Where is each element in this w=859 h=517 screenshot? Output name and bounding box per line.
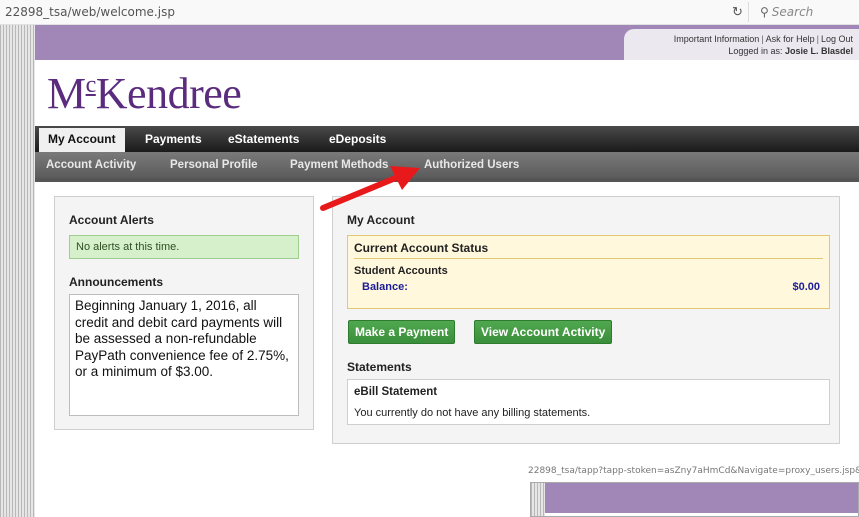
logged-in-status: Logged in as: Josie L. Blasdel (624, 45, 853, 57)
reload-icon[interactable]: ↻ (727, 2, 749, 22)
alerts-announcements-panel: Account Alerts No alerts at this time. A… (54, 196, 314, 430)
subnav-account-activity[interactable]: Account Activity (46, 159, 136, 171)
overlay-url-text: 22898_tsa/tapp?tapp-stoken=asZny7aHmCd&N… (528, 466, 859, 476)
announcement-text: Beginning January 1, 2016, all credit an… (69, 294, 299, 416)
statements-box: eBill Statement You currently do not hav… (347, 379, 830, 425)
primary-nav: My Account Payments eStatements eDeposit… (35, 126, 859, 152)
red-arrow-annotation (320, 166, 420, 211)
overlay-header-band (531, 483, 858, 513)
header-band: Important Information | Ask for Help | Log O… (35, 25, 859, 60)
balance-label: Balance: (362, 281, 408, 293)
student-accounts-label: Student Accounts (354, 265, 448, 277)
view-account-activity-button[interactable]: View Account Activity (474, 320, 613, 344)
ebill-statement-text: You currently do not have any billing st… (354, 407, 591, 419)
search-icon: ⚲ (760, 5, 769, 19)
left-decorative-strip (0, 25, 35, 517)
ebill-statement-title: eBill Statement (354, 386, 438, 398)
balance-value: $0.00 (792, 281, 820, 293)
make-payment-button[interactable]: Make a Payment (348, 320, 456, 344)
status-divider (354, 258, 823, 259)
header-links: Important Information | Ask for Help | Log O… (624, 29, 859, 60)
ask-for-help-link[interactable]: Ask for Help (766, 34, 815, 44)
overlay-screenshot-thumbnail (530, 482, 859, 517)
alert-message: No alerts at this time. (69, 235, 299, 259)
nav-tab-estatements[interactable]: eStatements (228, 132, 299, 146)
account-alerts-heading: Account Alerts (69, 213, 154, 227)
log-out-link[interactable]: Log Out (821, 34, 853, 44)
important-information-link[interactable]: Important Information (674, 34, 760, 44)
nav-tab-payments[interactable]: Payments (145, 132, 202, 146)
my-account-panel: My Account Current Account Status Studen… (332, 196, 840, 444)
account-status-box: Current Account Status Student Accounts … (347, 235, 830, 309)
subnav-personal-profile[interactable]: Personal Profile (170, 159, 258, 171)
logo-area: McKendree (35, 60, 859, 126)
subnav-authorized-users[interactable]: Authorized Users (424, 159, 519, 171)
url-text[interactable]: 22898_tsa/web/welcome.jsp (5, 5, 175, 19)
nav-tab-my-account[interactable]: My Account (39, 128, 125, 152)
browser-address-bar[interactable]: 22898_tsa/web/welcome.jsp ↻ ⚲ Search (0, 0, 859, 25)
search-placeholder: Search (771, 5, 814, 19)
mckendree-logo: McKendree (47, 69, 242, 118)
statements-heading: Statements (347, 360, 412, 374)
nav-divider (35, 178, 859, 182)
browser-search-input[interactable]: ⚲ Search (754, 2, 859, 22)
logged-in-user: Josie L. Blasdel (784, 46, 853, 56)
secondary-nav: Account Activity Personal Profile Paymen… (35, 152, 859, 178)
logged-in-label: Logged in as: (728, 46, 783, 56)
nav-tab-edeposits[interactable]: eDeposits (329, 132, 386, 146)
current-account-status-title: Current Account Status (354, 241, 489, 255)
arrow-shaft (320, 174, 401, 211)
overlay-left-strip (531, 483, 545, 516)
announcements-heading: Announcements (69, 275, 164, 289)
